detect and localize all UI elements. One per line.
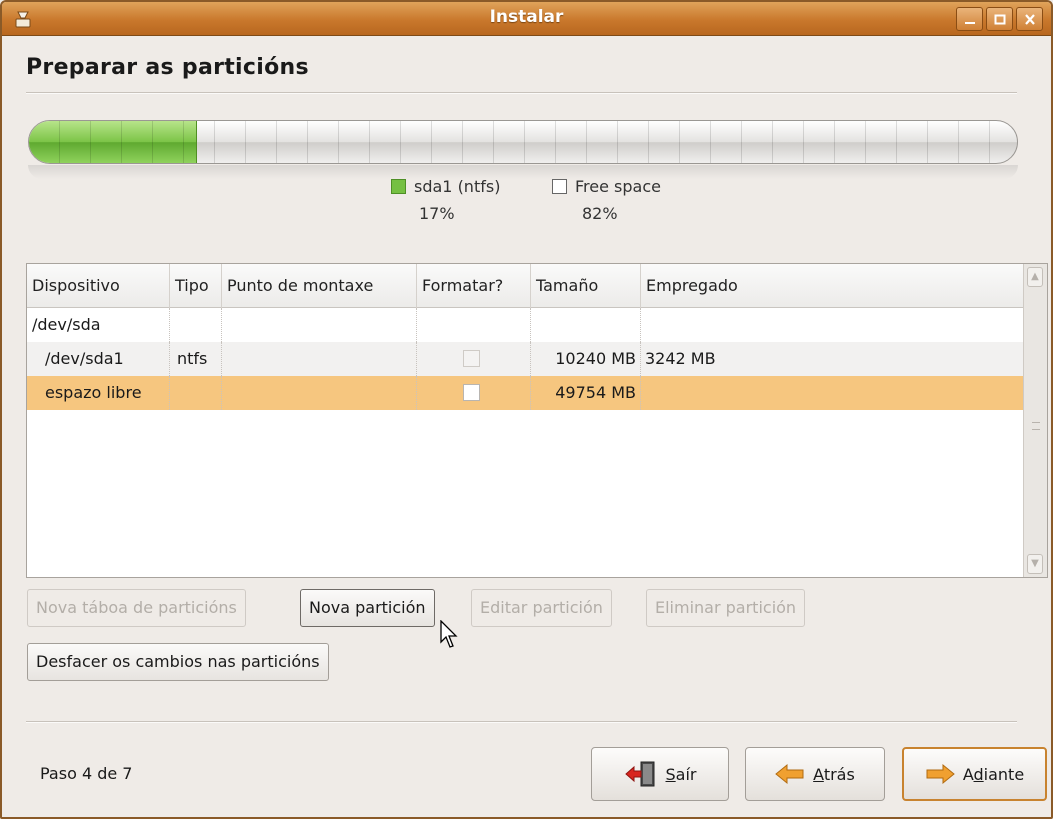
partition-table[interactable]: Dispositivo Tipo Punto de montaxe Format… [26,263,1048,578]
column-header-mount-point[interactable]: Punto de montaxe [222,264,417,308]
legend-percent-sda1: 17% [419,204,455,223]
page-title: Preparar as particións [26,55,309,80]
column-header-type[interactable]: Tipo [170,264,222,308]
legend-label-sda1: sda1 (ntfs) [414,177,501,196]
top-separator [26,92,1017,94]
legend-item-free-space: Free space 82% [552,177,661,223]
close-button[interactable] [1016,7,1043,31]
step-indicator: Paso 4 de 7 [40,764,133,783]
forward-button[interactable]: Adiante [902,747,1047,801]
bottom-separator [26,721,1017,723]
column-header-used[interactable]: Empregado [641,264,1025,308]
back-label: Atrás [813,764,855,784]
column-header-device[interactable]: Dispositivo [27,264,170,308]
arrow-left-icon [775,763,804,785]
legend-item-sda1: sda1 (ntfs) 17% [391,177,501,223]
format-checkbox[interactable] [463,384,480,401]
forward-label: Adiante [962,764,1025,784]
sda1-color-swatch [391,179,406,194]
maximize-icon [994,14,1006,25]
maximize-button[interactable] [986,7,1013,31]
delete-partition-button[interactable]: Eliminar partición [646,589,806,627]
cell-device: espazo libre [45,376,170,410]
column-header-size[interactable]: Tamaño [531,264,641,308]
cell-device: /dev/sda1 [45,342,170,376]
table-row[interactable]: /dev/sda [27,308,1023,342]
scroll-down-arrow-icon[interactable]: ▼ [1027,554,1043,574]
exit-door-icon [624,761,654,787]
cell-used [645,376,845,410]
cell-mount-point [222,376,417,410]
table-scrollbar[interactable]: ▲ ▼ [1023,264,1047,577]
installer-window: Instalar Preparar as particións sda1 (nt… [0,0,1053,819]
column-header-format[interactable]: Formatar? [417,264,531,308]
scrollbar-grip[interactable] [1032,422,1040,430]
window-title: Instalar [489,7,564,27]
minimize-button[interactable] [956,7,983,31]
cell-size: 10240 MB [531,342,641,376]
undo-partition-changes-button[interactable]: Desfacer os cambios nas particións [27,643,329,681]
table-row-selected[interactable]: espazo libre 49754 MB [27,376,1023,410]
table-header: Dispositivo Tipo Punto de montaxe Format… [27,264,1023,308]
legend-label-free-space: Free space [575,177,661,196]
back-button[interactable]: Atrás [745,747,885,801]
scroll-up-arrow-icon[interactable]: ▲ [1027,267,1043,287]
table-row[interactable]: /dev/sda1 ntfs 10240 MB 3242 MB [27,342,1023,376]
minimize-icon [965,22,975,24]
arrow-right-icon [926,763,955,785]
legend-percent-free-space: 82% [582,204,618,223]
cell-used: 3242 MB [645,349,716,368]
edit-partition-button[interactable]: Editar partición [471,589,612,627]
close-icon [1025,14,1035,25]
cell-size: 49754 MB [531,376,641,410]
format-checkbox[interactable] [463,350,480,367]
new-partition-table-button[interactable]: Nova táboa de particións [27,589,246,627]
cell-mount-point [222,342,417,376]
title-bar[interactable]: Instalar [2,2,1051,36]
quit-button[interactable]: Saír [591,747,729,801]
partition-bar [28,120,1018,164]
cell-device: /dev/sda [32,308,170,342]
free-space-color-swatch [552,179,567,194]
cell-type: ntfs [177,342,222,376]
quit-label: Saír [665,764,697,784]
mouse-pointer-icon [440,620,458,648]
new-partition-button[interactable]: Nova partición [300,589,435,627]
cell-type [170,376,222,410]
